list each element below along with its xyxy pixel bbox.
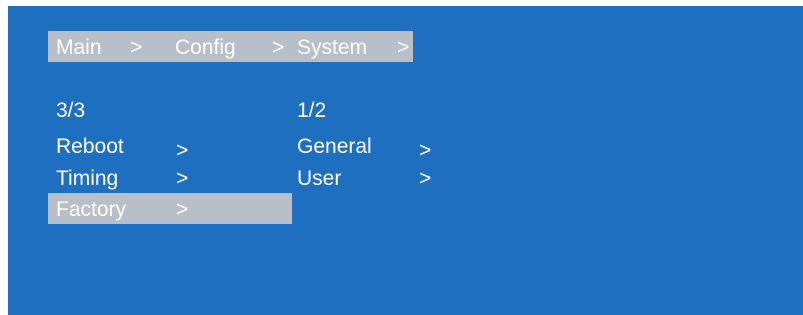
- breadcrumb-config[interactable]: Config: [175, 35, 236, 61]
- chevron-right-icon: >: [419, 167, 432, 190]
- chevron-right-icon: >: [176, 167, 189, 190]
- chevron-right-icon: >: [419, 139, 432, 162]
- breadcrumb-separator: >: [397, 36, 410, 59]
- menu-item-label: General: [297, 135, 372, 158]
- menu-item-label: Timing: [56, 167, 119, 190]
- breadcrumb-separator: >: [272, 36, 285, 59]
- chevron-right-icon: >: [176, 198, 189, 221]
- menu-item-label: Factory: [56, 198, 127, 221]
- chevron-right-icon: >: [176, 139, 189, 162]
- breadcrumb-system[interactable]: System: [297, 35, 367, 61]
- menu-item-label: User: [297, 167, 342, 190]
- left-page-indicator: 3/3: [56, 99, 86, 122]
- menu-item-label: Reboot: [56, 135, 124, 158]
- right-page-indicator: 1/2: [297, 99, 327, 122]
- breadcrumb-main[interactable]: Main: [56, 35, 102, 61]
- breadcrumb-separator: >: [130, 36, 143, 59]
